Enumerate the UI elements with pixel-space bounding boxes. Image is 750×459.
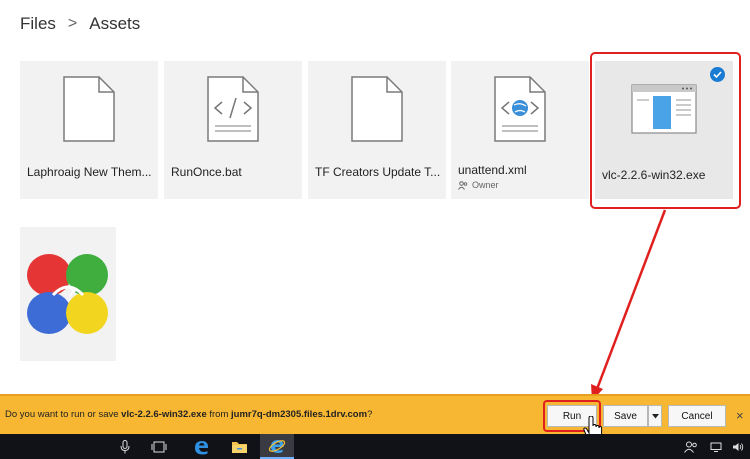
people-icon <box>684 441 697 453</box>
cortana-button[interactable] <box>108 434 142 459</box>
file-explorer-icon <box>231 441 247 453</box>
cancel-button[interactable]: Cancel <box>668 405 726 427</box>
download-filename: vlc-2.2.6-win32.exe <box>121 409 207 420</box>
people-button[interactable] <box>678 434 704 459</box>
people-icon <box>458 180 468 190</box>
download-message: Do you want to run or save vlc-2.2.6-win… <box>5 409 372 420</box>
file-tile[interactable]: TF Creators Update T... <box>308 61 446 199</box>
file-tile[interactable]: RunOnce.bat <box>164 61 302 199</box>
download-source: jumr7q-dm2305.files.1drv.com <box>231 409 368 420</box>
breadcrumb: Files > Assets <box>20 14 140 34</box>
document-icon <box>20 61 158 156</box>
file-explorer-button[interactable] <box>222 434 256 459</box>
breadcrumb-separator: > <box>67 15 78 32</box>
file-name: vlc-2.2.6-win32.exe <box>595 156 733 199</box>
internet-explorer-button[interactable] <box>260 434 294 459</box>
file-tile-selected[interactable]: vlc-2.2.6-win32.exe <box>595 61 733 199</box>
code-file-icon <box>164 61 302 156</box>
file-name: TF Creators Update T... <box>308 156 446 199</box>
image-tile[interactable] <box>20 227 116 361</box>
message-suffix: ? <box>367 409 373 420</box>
owner-label: Owner <box>472 180 499 190</box>
file-name: unattend.xml <box>458 163 527 177</box>
volume-button[interactable] <box>727 434 749 459</box>
volume-icon <box>733 442 744 451</box>
message-prefix: Do you want to run or save <box>5 409 122 420</box>
microphone-icon <box>120 439 130 453</box>
message-middle: from <box>206 409 232 420</box>
task-view-icon <box>151 441 167 452</box>
download-notification-bar: Do you want to run or save vlc-2.2.6-win… <box>0 394 750 434</box>
file-tile[interactable]: unattend.xml Owner <box>451 61 589 199</box>
file-name: RunOnce.bat <box>164 156 302 199</box>
colorful-logo-thumbnail <box>27 254 108 334</box>
edge-button[interactable] <box>184 434 218 459</box>
file-tile[interactable]: Laphroaig New Them... <box>20 61 158 199</box>
internet-explorer-icon <box>268 439 286 453</box>
chevron-down-icon <box>651 413 659 418</box>
save-button[interactable]: Save <box>603 405 648 427</box>
taskbar <box>0 434 750 459</box>
web-file-icon <box>451 61 589 156</box>
network-icon <box>710 442 722 452</box>
save-dropdown-button[interactable] <box>648 405 662 427</box>
close-icon[interactable]: × <box>736 408 744 423</box>
file-label: unattend.xml Owner <box>451 156 589 199</box>
document-icon <box>308 61 446 156</box>
task-view-button[interactable] <box>142 434 176 459</box>
breadcrumb-assets[interactable]: Assets <box>89 14 140 34</box>
breadcrumb-files[interactable]: Files <box>20 14 56 34</box>
edge-icon <box>195 440 208 454</box>
file-name: Laphroaig New Them... <box>20 156 158 199</box>
file-owner: Owner <box>458 180 582 190</box>
network-button[interactable] <box>706 434 726 459</box>
selected-check-icon[interactable] <box>710 67 725 82</box>
run-button[interactable]: Run <box>547 405 597 427</box>
